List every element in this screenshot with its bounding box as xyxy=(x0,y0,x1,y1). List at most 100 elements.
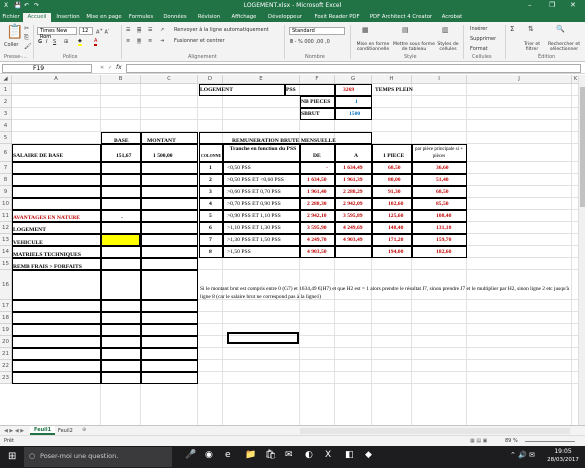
bareme-col[interactable]: 8 xyxy=(209,247,212,257)
table-format-button[interactable]: Mettre sous forme de tableau xyxy=(393,42,435,52)
delete-cells-button[interactable]: Supprimer xyxy=(470,36,496,42)
windows-start-icon[interactable]: ⊞ xyxy=(8,451,16,462)
italic-button[interactable]: I xyxy=(46,39,47,45)
chrome-icon[interactable]: ◉ xyxy=(205,450,213,460)
bareme-tranche[interactable]: >1,10 PSS ET 1,30 PSS xyxy=(227,223,281,233)
borders-icon[interactable]: ⊞ xyxy=(64,39,68,45)
pdf-icon[interactable]: ◧ xyxy=(345,450,354,460)
row-header-10[interactable]: 10 xyxy=(0,198,12,210)
insert-cells-button[interactable]: Insérer xyxy=(470,26,487,32)
zoom-slider[interactable] xyxy=(525,441,575,442)
cell-g2[interactable]: NB PIECES xyxy=(301,97,330,107)
bareme-col[interactable]: 7 xyxy=(209,235,212,245)
align-center-icon[interactable]: ≡ xyxy=(137,38,142,44)
conditional-format-icon[interactable]: ▦ xyxy=(362,26,369,34)
format-cells-button[interactable]: Format xyxy=(470,46,488,52)
cell-h1[interactable]: 3269 xyxy=(343,85,354,95)
align-right-icon[interactable]: ≡ xyxy=(148,38,152,44)
close-icon[interactable]: ✕ xyxy=(570,1,576,9)
cell-a12[interactable]: LOGEMENT xyxy=(13,225,46,235)
column-header-e[interactable]: E xyxy=(223,75,300,84)
bareme-1-piece[interactable]: 68,50 xyxy=(388,163,401,173)
cell-h6[interactable]: A xyxy=(354,151,358,161)
format-painter-icon[interactable]: 🖌 xyxy=(24,43,32,50)
search-box[interactable]: ○ Poser-moi une question. xyxy=(24,447,172,467)
bareme-par-piece[interactable]: 85,50 xyxy=(436,199,449,209)
row-header-21[interactable]: 21 xyxy=(0,348,12,360)
bareme-col[interactable]: 4 xyxy=(209,199,212,209)
row-header-1[interactable]: 1 xyxy=(0,84,12,96)
tab-formulas[interactable]: Formules xyxy=(125,13,157,22)
row-header-18[interactable]: 18 xyxy=(0,312,12,324)
bareme-tranche[interactable]: <0,50 PSS xyxy=(227,163,251,173)
cell-e6[interactable]: COLONNE xyxy=(201,151,221,161)
tab-view[interactable]: Affichage xyxy=(227,13,261,22)
bareme-par-piece[interactable]: 182,60 xyxy=(436,247,451,257)
cell-d1[interactable]: LOGEMENT xyxy=(200,85,233,95)
table-format-icon[interactable]: ▤ xyxy=(402,26,409,34)
row-header-14[interactable]: 14 xyxy=(0,246,12,258)
find-select-button[interactable]: Rechercher et sélectionner xyxy=(545,42,583,52)
row-header-8[interactable]: 8 xyxy=(0,174,12,186)
bareme-de[interactable]: 1 961,40 xyxy=(307,187,327,197)
tab-home[interactable]: Accueil xyxy=(23,13,51,22)
bareme-par-piece[interactable]: 68,50 xyxy=(436,187,449,197)
copy-icon[interactable]: ⎘ xyxy=(24,34,29,42)
bareme-a[interactable]: 2 942,09 xyxy=(343,199,363,209)
bareme-1-piece[interactable]: 102,60 xyxy=(388,199,403,209)
sheet-nav-icon[interactable]: ◀ ▶ ◀ ▶ xyxy=(4,428,24,434)
horizontal-scrollbar[interactable] xyxy=(300,428,570,434)
bareme-de[interactable]: 1 634,50 xyxy=(307,175,327,185)
formula-input[interactable] xyxy=(126,64,581,73)
bold-button[interactable]: G xyxy=(38,39,42,45)
zoom-level[interactable]: 89 % xyxy=(505,438,518,444)
bareme-1-piece[interactable]: 80,00 xyxy=(388,175,401,185)
row-header-6[interactable]: 6 xyxy=(0,144,12,162)
tab-foxit[interactable]: Foxit Reader PDF xyxy=(309,13,365,22)
row-header-19[interactable]: 19 xyxy=(0,324,12,336)
tab-pdf-architect[interactable]: PDF Architect 4 Creator xyxy=(367,13,435,22)
number-format-select[interactable]: Standard xyxy=(289,27,345,35)
bareme-par-piece[interactable]: 36,60 xyxy=(436,163,449,173)
cell-h2[interactable]: 1 xyxy=(355,97,358,107)
excel-taskbar-icon[interactable]: X xyxy=(325,450,331,460)
photos-icon[interactable]: ◐ xyxy=(305,450,313,460)
bareme-tranche[interactable]: >0,50 PSS ET <0,60 PSS xyxy=(227,175,284,185)
selected-cell-f19[interactable] xyxy=(227,332,299,344)
bareme-1-piece[interactable]: 91,30 xyxy=(388,187,401,197)
column-header-h[interactable]: H xyxy=(372,75,412,84)
fx-icon[interactable]: fx xyxy=(116,64,122,71)
align-left-icon[interactable]: ≡ xyxy=(126,38,130,44)
cell-g6[interactable]: DE xyxy=(313,151,321,161)
bareme-col[interactable]: 1 xyxy=(209,163,212,173)
scrollbar-thumb[interactable] xyxy=(580,87,585,207)
bareme-de[interactable]: 3 595,90 xyxy=(307,223,327,233)
mic-icon[interactable]: 🎤 xyxy=(185,450,196,460)
row-header-15[interactable]: 15 xyxy=(0,258,12,270)
bareme-par-piece[interactable]: 159,70 xyxy=(436,235,451,245)
cell-a6[interactable]: SALAIRE DE BASE xyxy=(13,151,63,161)
bareme-a[interactable]: 4 249,69 xyxy=(343,223,363,233)
cell-f6[interactable]: Tranche en fonction du PSS xyxy=(228,146,298,153)
bareme-a[interactable]: 4 903,49 xyxy=(343,235,363,245)
mail-icon[interactable]: ✉ xyxy=(285,450,293,460)
row-header-2[interactable]: 2 xyxy=(0,96,12,108)
minimize-icon[interactable]: – xyxy=(528,1,532,9)
bareme-col[interactable]: 3 xyxy=(209,187,212,197)
tab-page-layout[interactable]: Mise en page xyxy=(85,13,123,22)
cell-a11[interactable]: AVANTAGES EN NATURE xyxy=(13,213,80,223)
cell-a14[interactable]: MATRIELS TECHNIQUES xyxy=(13,250,81,260)
row-header-4[interactable]: 4 xyxy=(0,120,12,132)
cell-e5[interactable]: REMUNERATION BRUTE MENSUELLE xyxy=(232,136,336,146)
align-bottom-icon[interactable]: ☰ xyxy=(148,27,152,33)
bareme-de[interactable]: 2 288,30 xyxy=(307,199,327,209)
app-icon[interactable]: ◆ xyxy=(365,450,372,460)
bareme-tranche[interactable]: >0,90 PSS ET 1,10 PSS xyxy=(227,211,281,221)
underline-button[interactable]: S xyxy=(53,39,56,45)
conditional-format-button[interactable]: Mise en forme conditionnelle xyxy=(354,42,392,52)
tab-insert[interactable]: Insertion xyxy=(53,13,83,22)
enter-icon[interactable]: ✓ xyxy=(108,65,112,71)
font-name-select[interactable]: Times New Rom xyxy=(37,27,77,40)
name-box[interactable]: F19 xyxy=(2,64,92,73)
font-size-select[interactable]: 12 xyxy=(79,27,93,35)
